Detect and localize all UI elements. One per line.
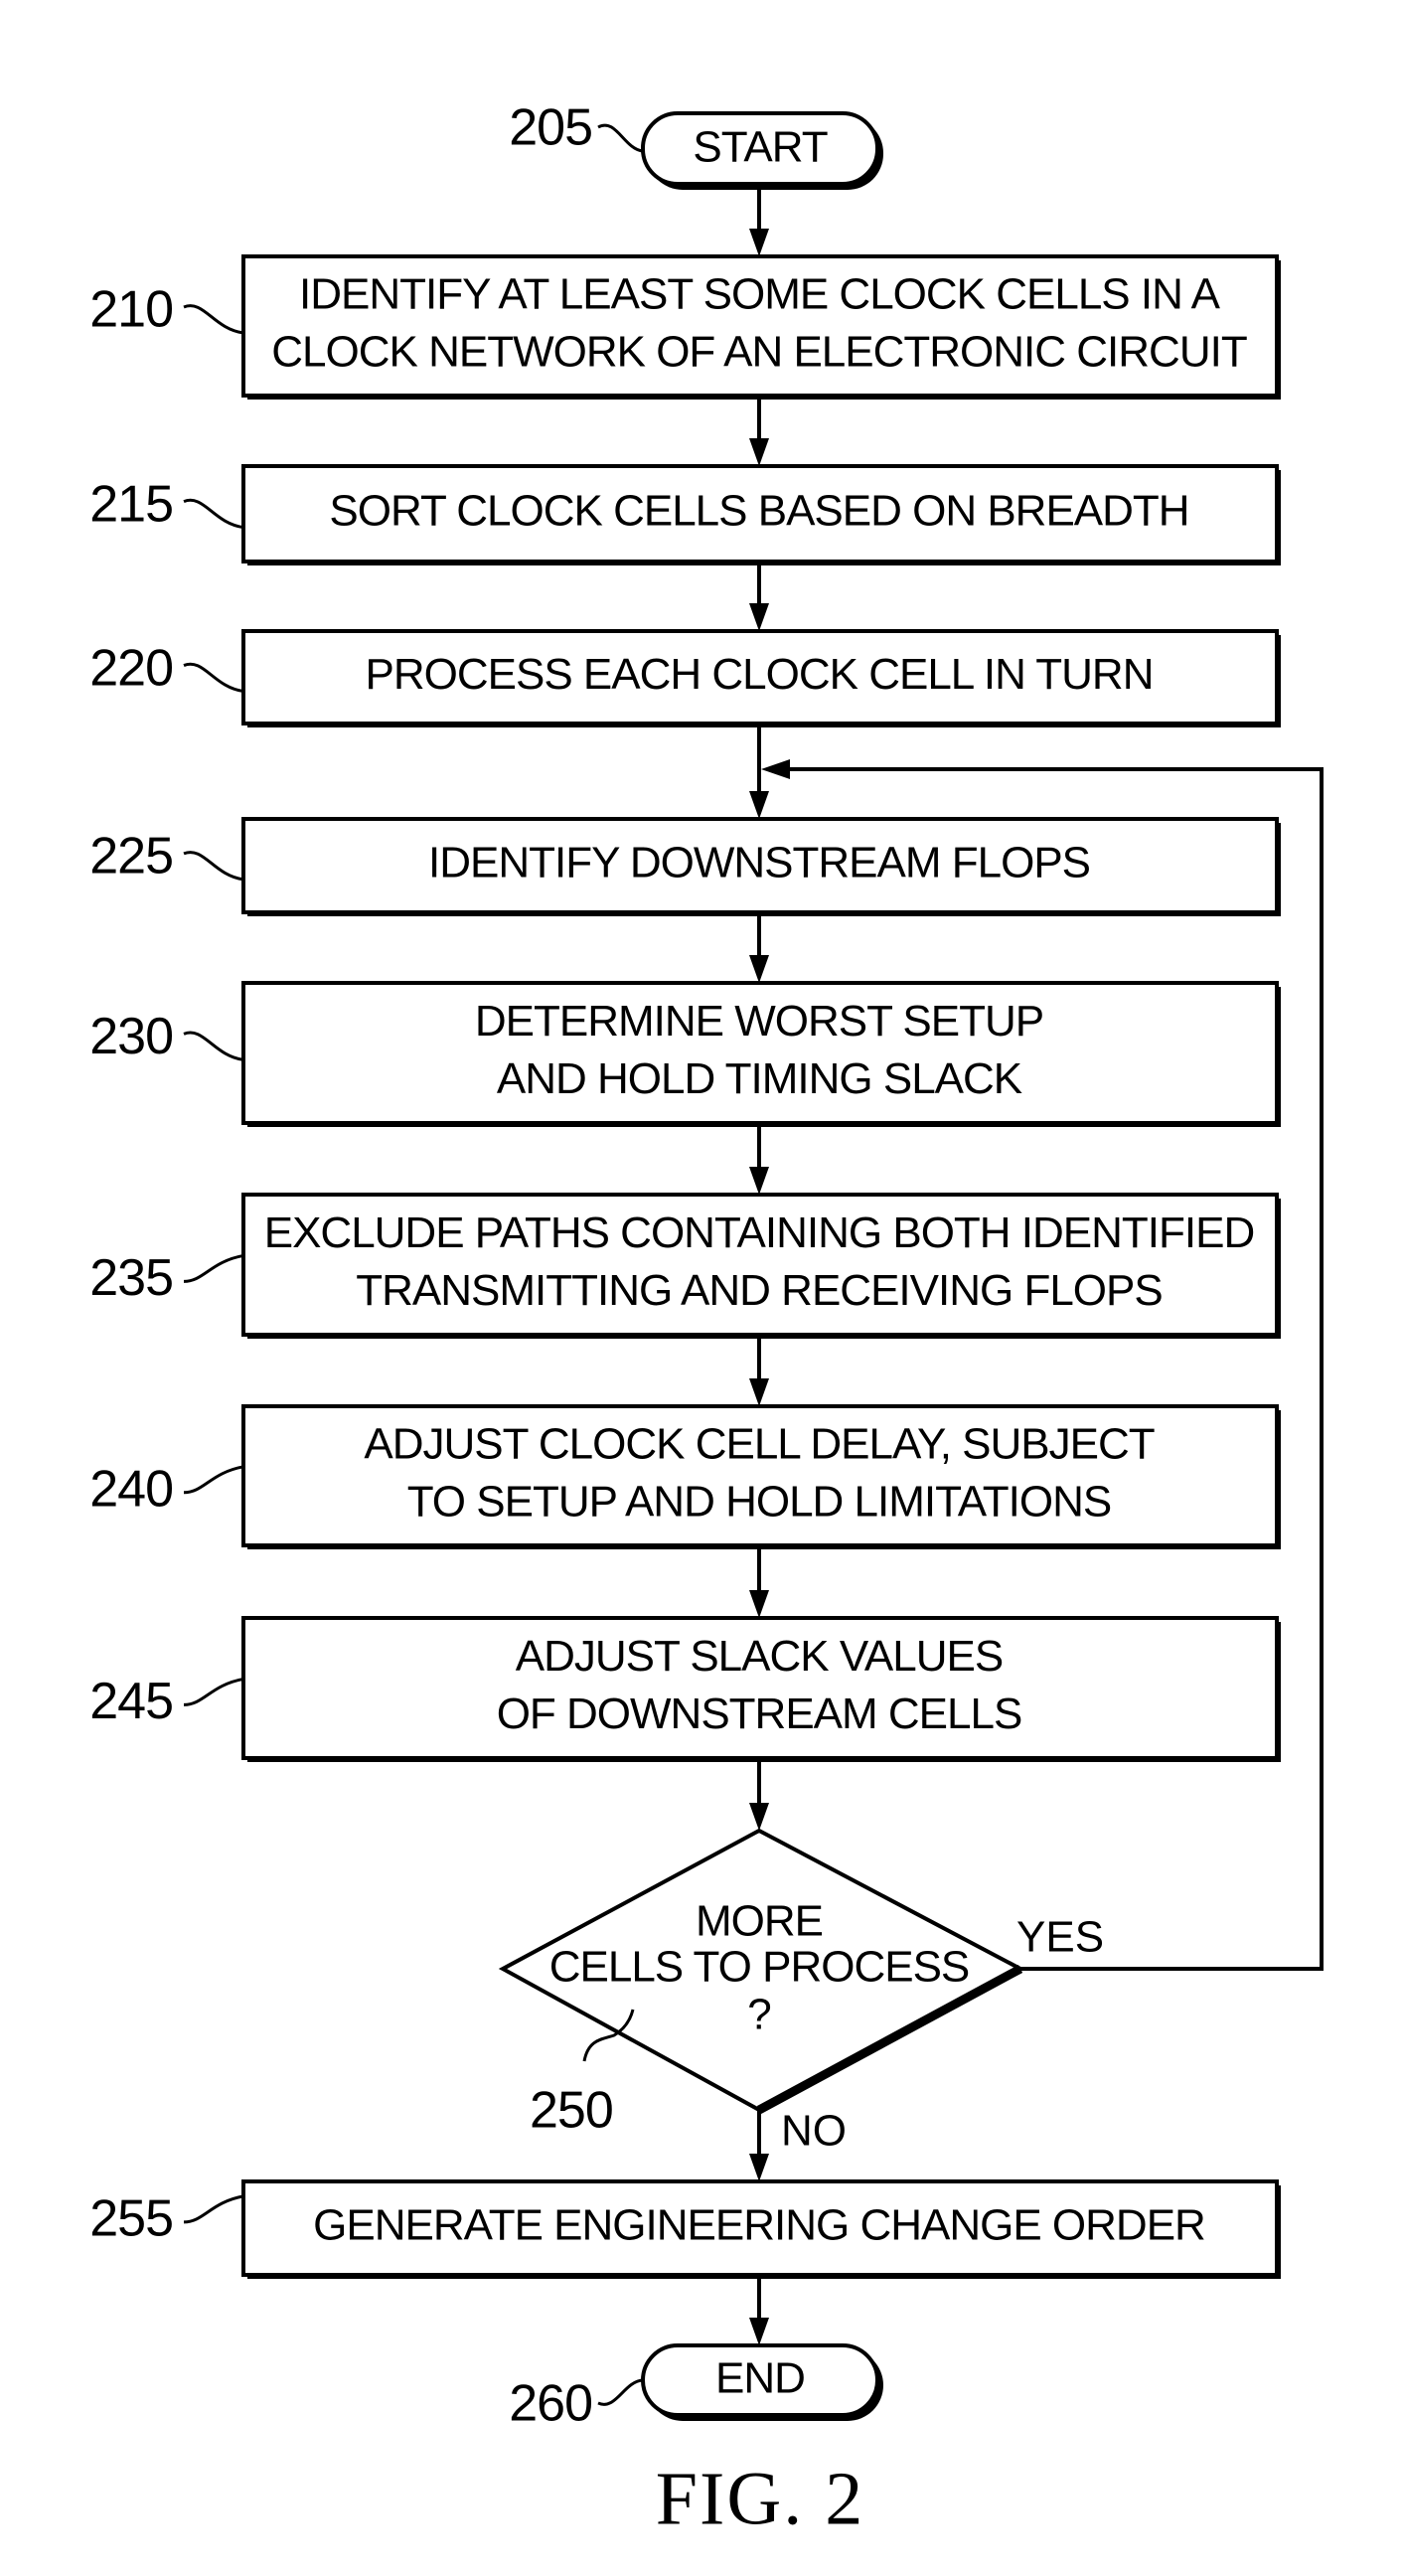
ref-205: 205 (509, 99, 592, 157)
step-text: IDENTIFY AT LEAST SOME CLOCK CELLS IN A (299, 270, 1221, 319)
step-text: ADJUST SLACK VALUES (516, 1632, 1003, 1681)
step-text: SORT CLOCK CELLS BASED ON BREADTH (329, 487, 1188, 536)
connector-arrowhead (749, 1378, 769, 1406)
end-label: END (715, 2354, 805, 2403)
yes-label: YES (1016, 1913, 1104, 1962)
step-text: CLOCK NETWORK OF AN ELECTRONIC CIRCUIT (271, 328, 1247, 377)
connector-arrowhead (749, 955, 769, 983)
connector-arrowhead (749, 603, 769, 631)
ref-240: 240 (89, 1461, 173, 1519)
no-label: NO (781, 2107, 847, 2156)
leader-235 (183, 1253, 244, 1283)
ref-245: 245 (89, 1673, 173, 1730)
leader-220 (183, 662, 244, 694)
leader-225 (183, 851, 244, 882)
loop-back-arrowhead (761, 759, 790, 779)
step-text: EXCLUDE PATHS CONTAINING BOTH IDENTIFIED (264, 1208, 1255, 1257)
decision-line-3: ? (747, 1991, 770, 2039)
ref-260: 260 (509, 2375, 592, 2433)
step-text: PROCESS EACH CLOCK CELL IN TURN (366, 650, 1154, 699)
step-text: IDENTIFY DOWNSTREAM FLOPS (428, 839, 1090, 887)
figure-caption: FIG. 2 (656, 2457, 864, 2540)
decision-line-2: CELLS TO PROCESS (549, 1943, 970, 1992)
process-step-220: PROCESS EACH CLOCK CELL IN TURN 220 (89, 629, 1281, 727)
step-text: OF DOWNSTREAM CELLS (497, 1690, 1022, 1738)
decision-diamond: MORE CELLS TO PROCESS ? (498, 1828, 1025, 2114)
leader-255 (183, 2194, 244, 2224)
leader-205 (597, 123, 644, 153)
connector-arrowhead (749, 1590, 769, 1618)
connector-arrowhead (749, 438, 769, 466)
leader-230 (183, 1031, 244, 1061)
step-text: DETERMINE WORST SETUP (475, 997, 1043, 1046)
process-step-225: IDENTIFY DOWNSTREAM FLOPS 225 (89, 817, 1281, 916)
process-step-245: ADJUST SLACK VALUES OF DOWNSTREAM CELLS 24… (89, 1616, 1281, 1762)
ref-225: 225 (89, 828, 173, 886)
ref-250: 250 (530, 2082, 613, 2140)
connector-arrowhead (749, 229, 769, 256)
ref-235: 235 (89, 1249, 173, 1307)
flowchart: START 205 IDENTIFY AT LEAST SOME CLOCK C… (89, 99, 1324, 2540)
leader-215 (183, 498, 244, 530)
step-text: TRANSMITTING AND RECEIVING FLOPS (356, 1266, 1162, 1315)
end-terminal: END (641, 2343, 883, 2421)
process-step-255: GENERATE ENGINEERING CHANGE ORDER 255 (89, 2179, 1281, 2279)
ref-215: 215 (89, 475, 173, 533)
connector-arrowhead (749, 2154, 769, 2181)
start-label: START (693, 123, 827, 172)
process-step-230: DETERMINE WORST SETUP AND HOLD TIMING SLA… (89, 981, 1281, 1127)
leader-240 (183, 1465, 244, 1495)
decision-line-1: MORE (696, 1897, 823, 1946)
ref-255: 255 (89, 2190, 173, 2248)
ref-220: 220 (89, 639, 173, 697)
leader-260 (597, 2378, 644, 2406)
process-step-240: ADJUST CLOCK CELL DELAY, SUBJECT TO SETUP… (89, 1404, 1281, 1549)
ref-210: 210 (89, 281, 173, 339)
leader-245 (183, 1677, 244, 1706)
step-text: AND HOLD TIMING SLACK (497, 1054, 1022, 1103)
start-terminal: START (641, 111, 883, 190)
process-step-215: SORT CLOCK CELLS BASED ON BREADTH 215 (89, 464, 1281, 565)
ref-230: 230 (89, 1008, 173, 1065)
process-step-235: EXCLUDE PATHS CONTAINING BOTH IDENTIFIED… (89, 1193, 1281, 1339)
step-text: GENERATE ENGINEERING CHANGE ORDER (313, 2201, 1205, 2250)
step-text: TO SETUP AND HOLD LIMITATIONS (407, 1478, 1112, 1527)
step-text: ADJUST CLOCK CELL DELAY, SUBJECT (364, 1420, 1154, 1469)
connector-arrowhead (749, 2318, 769, 2345)
leader-210 (183, 304, 244, 335)
connector-arrowhead (749, 1167, 769, 1195)
process-step-210: IDENTIFY AT LEAST SOME CLOCK CELLS IN A C… (89, 254, 1281, 400)
connector-arrowhead (749, 1803, 769, 1831)
connector-arrowhead (749, 791, 769, 819)
loop-back-line (785, 767, 1324, 1971)
